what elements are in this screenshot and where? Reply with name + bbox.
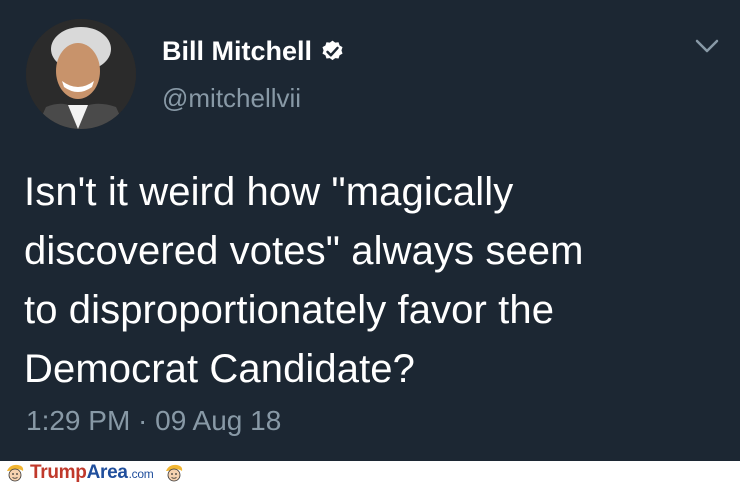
tweet-text-line: Democrat Candidate? bbox=[24, 347, 416, 391]
cartoon-head-icon bbox=[166, 464, 183, 482]
timestamp[interactable]: 1:29 PM · 09 Aug 18 bbox=[26, 403, 281, 439]
cartoon-head-icon bbox=[7, 464, 24, 482]
tweet-text-line: Isn't it weird how "magically bbox=[24, 170, 514, 214]
avatar[interactable] bbox=[26, 19, 136, 129]
tweet-text-line: to disproportionately favor the bbox=[24, 288, 555, 332]
display-name-text[interactable]: Bill Mitchell bbox=[162, 34, 312, 68]
avatar-photo bbox=[26, 19, 136, 129]
verified-badge-icon bbox=[322, 40, 343, 60]
tweet-card: Bill Mitchell @mitchellvii Isn't it weir… bbox=[0, 0, 740, 461]
tweet-text: Isn't it weird how "magically discovered… bbox=[24, 163, 724, 399]
brand-part-3: .com bbox=[128, 466, 154, 481]
chevron-down-icon[interactable] bbox=[694, 36, 720, 56]
user-handle[interactable]: @mitchellvii bbox=[162, 82, 301, 114]
brand-part-1: Trump bbox=[30, 461, 87, 483]
tweet-text-line: discovered votes" always seem bbox=[24, 229, 584, 273]
site-brand: Trump Area .com bbox=[30, 461, 154, 485]
display-name[interactable]: Bill Mitchell bbox=[162, 34, 345, 68]
site-logo: Trump Area .com bbox=[4, 462, 185, 484]
watermark-footer: Trump Area .com bbox=[0, 461, 740, 485]
brand-part-2: Area bbox=[86, 461, 128, 483]
